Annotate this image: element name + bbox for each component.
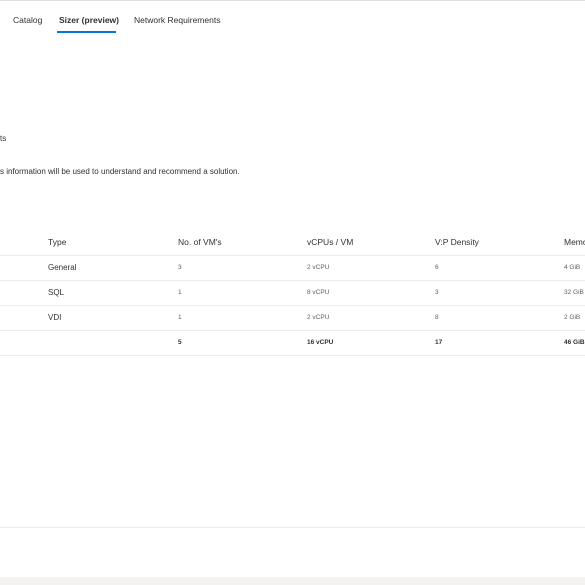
- column-header-vcpus[interactable]: vCPUs / VM: [307, 237, 353, 247]
- tab-sizer-preview[interactable]: Sizer (preview): [59, 15, 119, 25]
- cell-density: 3: [435, 289, 439, 296]
- cell-vm-count: 1: [178, 314, 182, 321]
- cell-type: General: [48, 263, 77, 272]
- column-header-type[interactable]: Type: [48, 237, 66, 247]
- footer-bar: [0, 577, 585, 585]
- tab-catalog[interactable]: Catalog: [13, 15, 42, 25]
- cell-vcpus: 8 vCPU: [307, 289, 330, 296]
- column-header-vm-count[interactable]: No. of VM's: [178, 237, 222, 247]
- table-row[interactable]: General 3 2 vCPU 6 4 GiB: [0, 255, 585, 281]
- total-vm-count: 5: [178, 339, 182, 346]
- cell-density: 8: [435, 314, 439, 321]
- table-row[interactable]: VDI 1 2 vCPU 8 2 GiB: [0, 305, 585, 331]
- cell-type: SQL: [48, 288, 65, 297]
- cell-vcpus: 2 vCPU: [307, 264, 330, 271]
- cell-density: 6: [435, 264, 439, 271]
- cell-vcpus: 2 vCPU: [307, 314, 330, 321]
- cell-memory: 4 GiB: [564, 264, 581, 271]
- section-heading: ts: [0, 134, 7, 143]
- cell-vm-count: 1: [178, 289, 182, 296]
- table-row[interactable]: SQL 1 8 vCPU 3 32 GiB: [0, 280, 585, 306]
- footer-divider: [0, 527, 585, 528]
- total-density: 17: [435, 339, 443, 346]
- table-header-row: Type No. of VM's vCPUs / VM V:P Density …: [0, 229, 585, 256]
- column-header-memory[interactable]: Memo: [564, 237, 585, 247]
- active-tab-indicator: [57, 31, 116, 33]
- cell-type: VDI: [48, 313, 62, 322]
- cell-vm-count: 3: [178, 264, 182, 271]
- total-memory: 46 GiB: [564, 339, 585, 346]
- tab-network-requirements[interactable]: Network Requirements: [134, 15, 220, 25]
- cell-memory: 32 GiB: [564, 289, 584, 296]
- cell-memory: 2 GiB: [564, 314, 581, 321]
- table-total-row: 5 16 vCPU 17 46 GiB: [0, 330, 585, 356]
- tab-bar: Catalog Sizer (preview) Network Requirem…: [0, 0, 585, 40]
- total-vcpus: 16 vCPU: [307, 339, 334, 346]
- column-header-density[interactable]: V:P Density: [435, 237, 479, 247]
- description-text: s information will be used to understand…: [0, 167, 240, 176]
